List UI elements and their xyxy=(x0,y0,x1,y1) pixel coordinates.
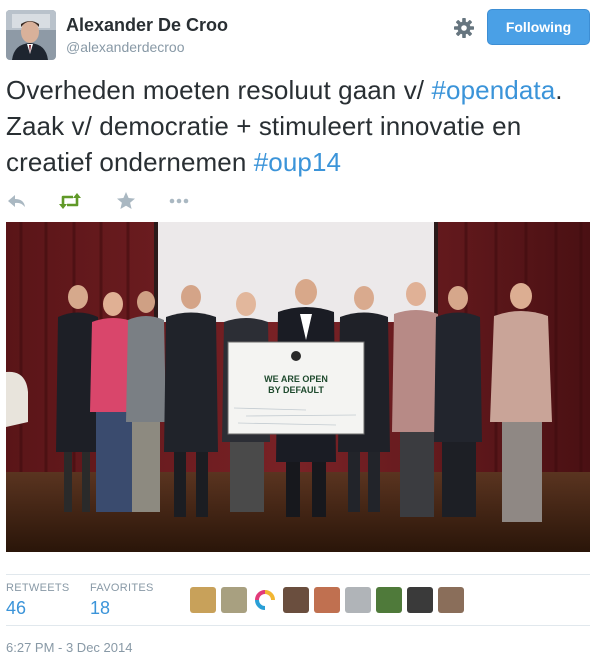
retweets-label: RETWEETS xyxy=(6,582,70,594)
divider-bottom xyxy=(6,625,590,626)
retweets-stat[interactable]: RETWEETS 46 xyxy=(6,582,70,619)
favorites-stat[interactable]: FAVORITES 18 xyxy=(90,582,154,619)
favoriter-avatar[interactable] xyxy=(438,587,464,613)
tweet-header: Alexander De Croo @alexanderdecroo Follo… xyxy=(6,8,590,60)
tweet-actions xyxy=(6,190,306,212)
more-icon[interactable] xyxy=(167,190,191,212)
favoriter-avatar[interactable] xyxy=(407,587,433,613)
divider-top xyxy=(6,574,590,575)
hashtag-link[interactable]: #oup14 xyxy=(254,147,341,177)
sign-line-1: WE ARE OPEN xyxy=(264,374,328,384)
retweets-count[interactable]: 46 xyxy=(6,598,70,619)
favorites-label: FAVORITES xyxy=(90,582,154,594)
reply-icon[interactable] xyxy=(6,190,30,212)
favoriter-avatar[interactable] xyxy=(221,587,247,613)
favoriters-avatars xyxy=(190,587,490,613)
favorites-count[interactable]: 18 xyxy=(90,598,154,619)
favoriter-avatar[interactable] xyxy=(283,587,309,613)
retweet-icon[interactable] xyxy=(58,190,82,212)
user-handle[interactable]: @alexanderdecroo xyxy=(66,39,185,55)
gear-icon[interactable] xyxy=(452,16,476,40)
favorite-icon[interactable] xyxy=(115,190,139,212)
favoriter-avatar[interactable] xyxy=(345,587,371,613)
tweet-timestamp[interactable]: 6:27 PM - 3 Dec 2014 xyxy=(6,640,132,655)
favoriter-avatar[interactable] xyxy=(252,587,278,613)
tweet-text: Overheden moeten resoluut gaan v/ #opend… xyxy=(6,72,590,180)
following-button[interactable]: Following xyxy=(487,9,590,45)
user-avatar[interactable] xyxy=(6,10,56,60)
user-display-name[interactable]: Alexander De Croo xyxy=(66,15,228,36)
hashtag-link[interactable]: #opendata xyxy=(431,75,555,105)
favoriter-avatar[interactable] xyxy=(376,587,402,613)
tweet-text-segment: Overheden moeten resoluut gaan v/ xyxy=(6,75,432,105)
favoriter-avatar[interactable] xyxy=(190,587,216,613)
tweet-photo[interactable]: WE ARE OPEN BY DEFAULT xyxy=(6,222,590,552)
sign-line-2: BY DEFAULT xyxy=(268,385,324,395)
favoriter-avatar[interactable] xyxy=(314,587,340,613)
